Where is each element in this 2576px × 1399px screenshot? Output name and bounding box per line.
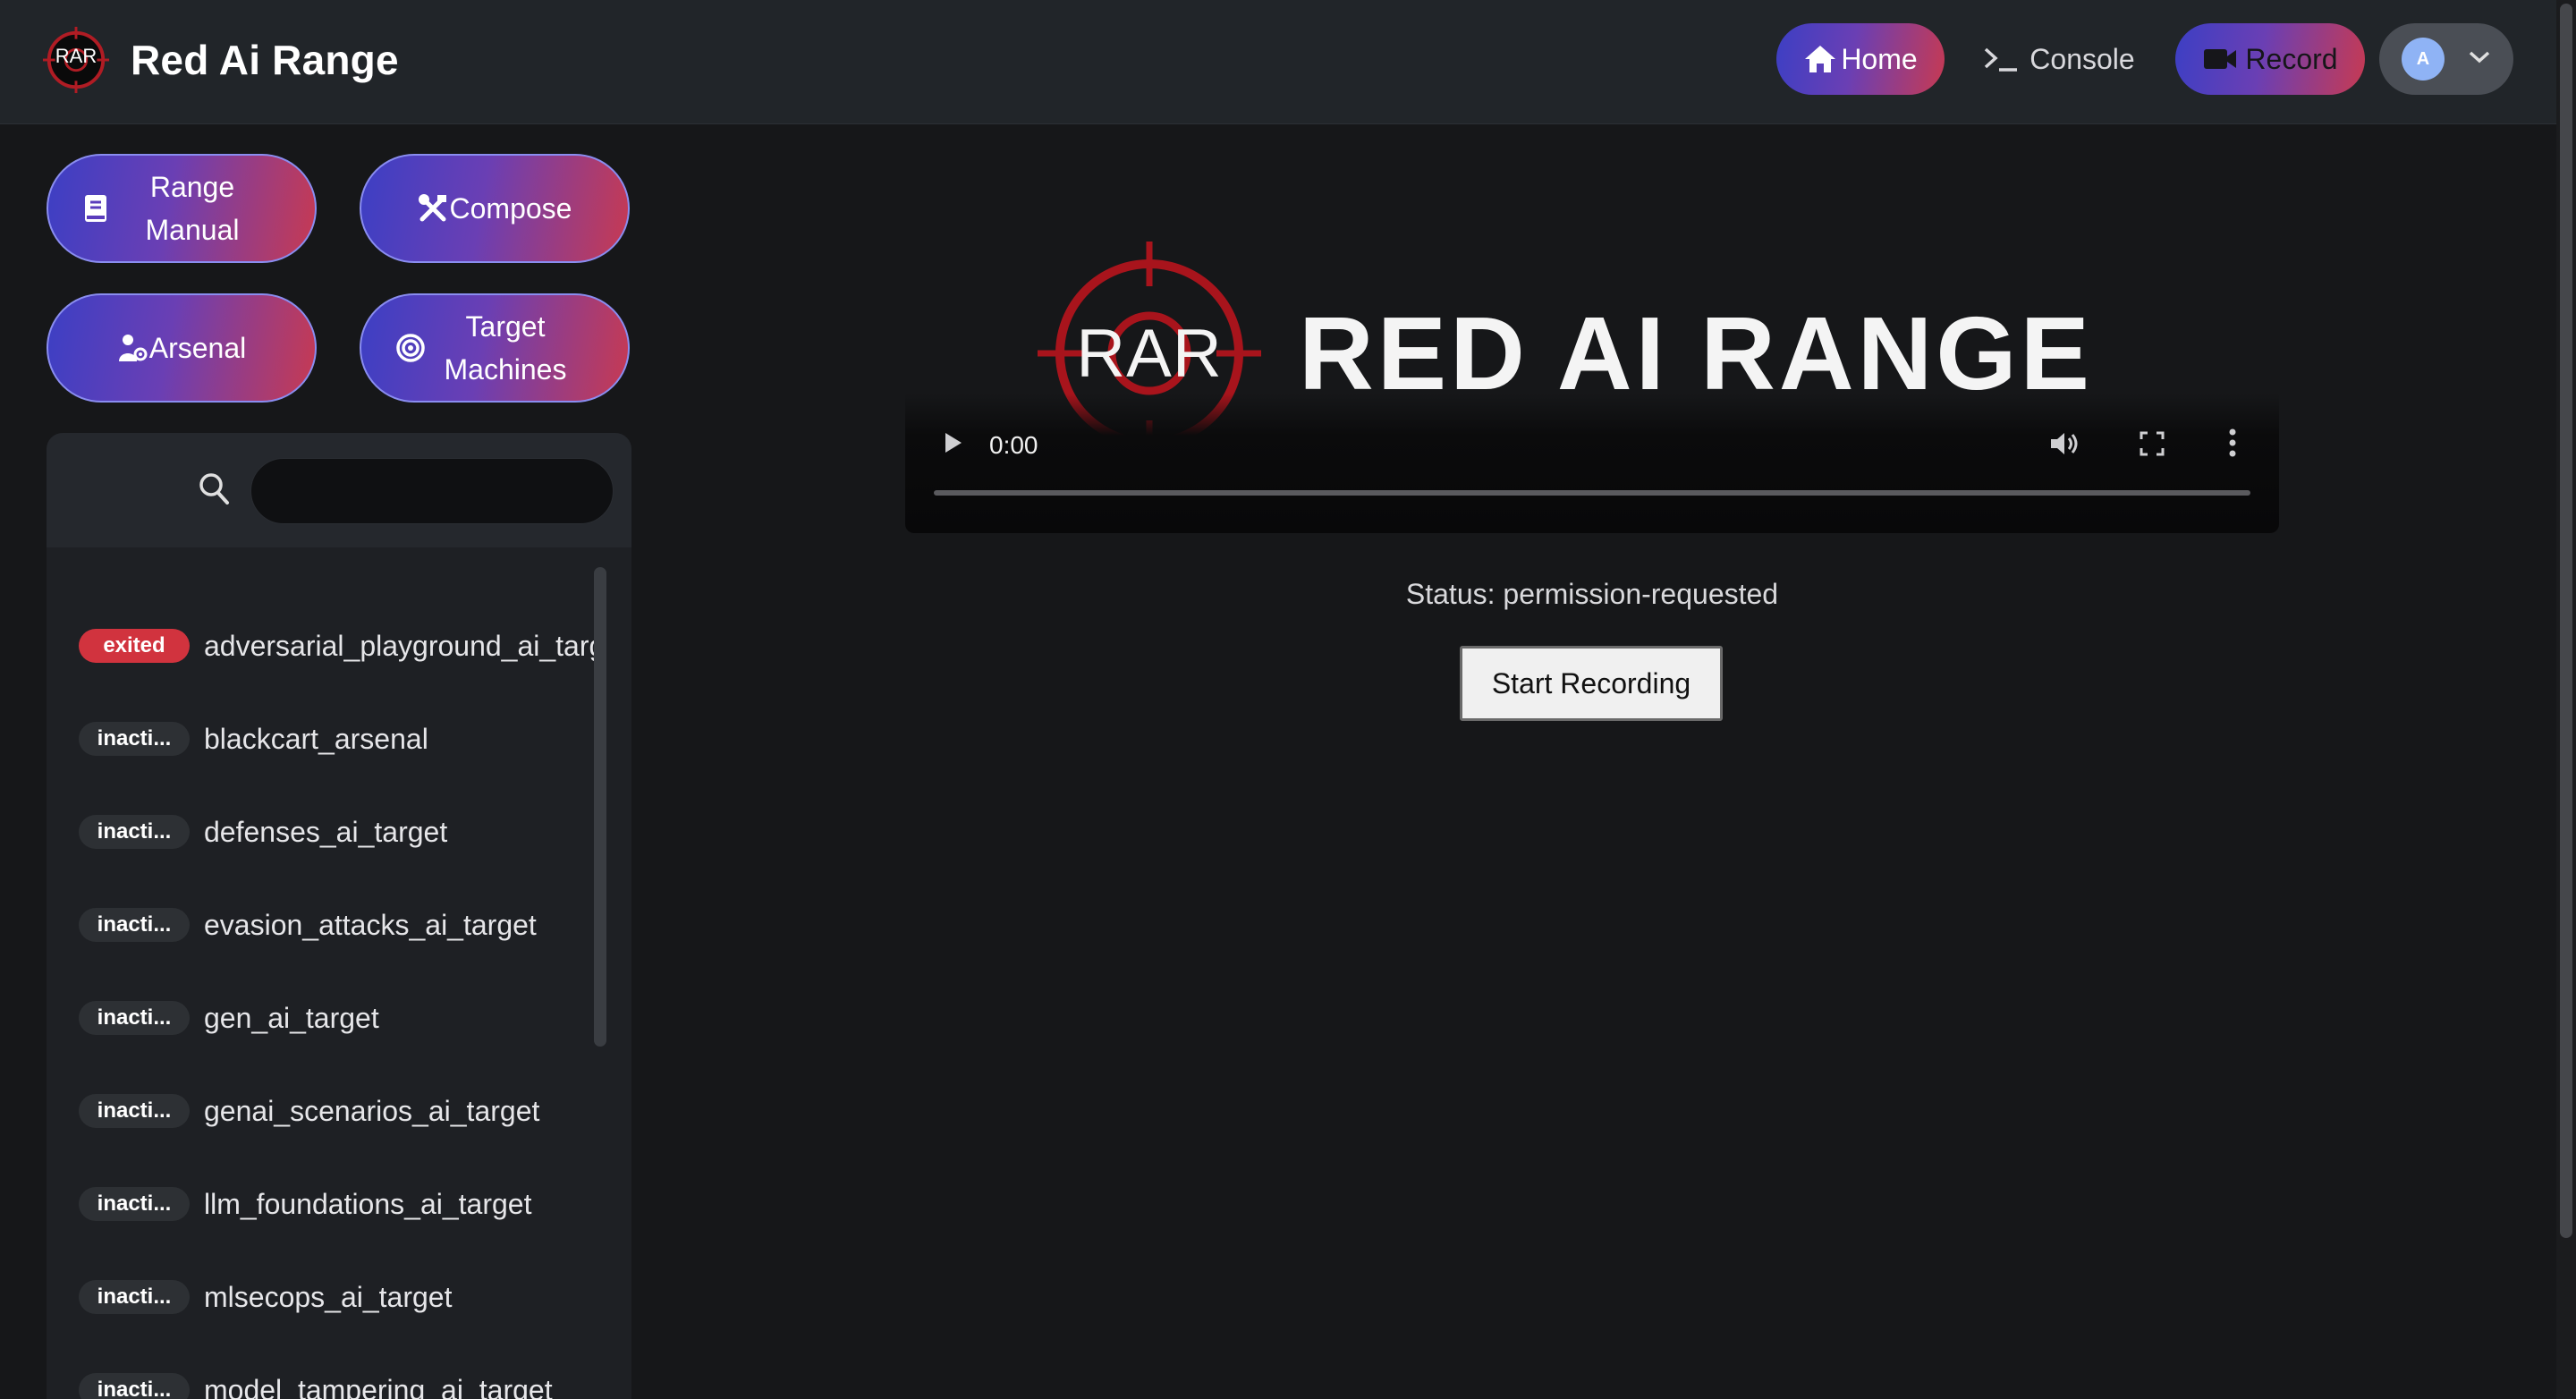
video-time: 0:00 [989, 431, 1038, 459]
search-bar [47, 433, 631, 547]
range-manual-button[interactable]: Range Manual [47, 154, 317, 263]
list-item[interactable]: inacti... gen_ai_target [79, 989, 597, 1047]
status-badge: inacti... [79, 1280, 190, 1314]
status-badge: inacti... [79, 1001, 190, 1035]
list-item[interactable]: inacti... evasion_attacks_ai_target [79, 896, 597, 954]
container-name: gen_ai_target [204, 1001, 379, 1034]
container-name: model_tampering_ai_target [204, 1373, 553, 1399]
container-name: defenses_ai_target [204, 815, 448, 848]
book-icon [82, 193, 109, 224]
range-manual-label: Range Manual [145, 171, 240, 246]
search-input[interactable] [250, 458, 614, 524]
user-gear-icon [117, 333, 148, 363]
list-item[interactable]: inacti... mlsecops_ai_target [79, 1268, 597, 1326]
container-name: mlsecops_ai_target [204, 1280, 453, 1313]
target-icon [395, 333, 426, 363]
user-menu[interactable]: A [2379, 23, 2513, 95]
target-machines-label: Target Machines [444, 310, 567, 386]
status-badge: inacti... [79, 1187, 190, 1221]
chevron-down-icon [2468, 50, 2491, 69]
container-name: genai_scenarios_ai_target [204, 1094, 540, 1127]
app-title: Red Ai Range [131, 37, 399, 83]
nav-home-button[interactable]: Home [1776, 23, 1945, 95]
terminal-icon [1983, 46, 2019, 72]
container-name: llm_foundations_ai_target [204, 1187, 532, 1220]
banner-logo-text: RAR [1076, 316, 1223, 392]
start-recording-button[interactable]: Start Recording [1460, 646, 1723, 721]
container-name: adversarial_playground_ai_target [204, 629, 597, 662]
brand[interactable]: RAR Red Ai Range [41, 23, 399, 97]
brand-logo-text: RAR [55, 45, 97, 67]
recording-status: Status: permission-requested [1405, 578, 1779, 610]
status-badge: inacti... [79, 815, 190, 849]
container-name: blackcart_arsenal [204, 722, 428, 755]
fullscreen-icon[interactable] [2138, 429, 2166, 462]
status-badge: inacti... [79, 1373, 190, 1399]
status-badge: inacti... [79, 1094, 190, 1128]
status-badge: inacti... [79, 722, 190, 756]
video-player[interactable]: 0:00 [905, 394, 2279, 533]
container-list-panel: exited adversarial_playground_ai_target … [47, 433, 631, 1399]
list-item[interactable]: inacti... model_tampering_ai_target [79, 1361, 597, 1399]
status-badge: inacti... [79, 908, 190, 942]
avatar: A [2402, 38, 2445, 81]
nav-console-button[interactable]: Console [1971, 23, 2147, 95]
list-scrollbar[interactable] [594, 567, 606, 1047]
volume-icon[interactable] [2048, 429, 2080, 462]
home-icon [1803, 44, 1837, 74]
tools-icon [418, 193, 448, 224]
nav-home-label: Home [1841, 42, 1918, 75]
list-item[interactable]: inacti... genai_scenarios_ai_target [79, 1082, 597, 1140]
arsenal-label: Arsenal [148, 332, 247, 364]
compose-button[interactable]: Compose [360, 154, 630, 263]
list-item[interactable]: inacti... llm_foundations_ai_target [79, 1175, 597, 1233]
list-item[interactable]: inacti... blackcart_arsenal [79, 710, 597, 767]
target-machines-button[interactable]: Target Machines [360, 293, 630, 403]
status-badge: exited [79, 629, 190, 663]
play-icon[interactable] [939, 429, 966, 461]
page-scrollbar[interactable] [2560, 4, 2572, 1238]
arsenal-button[interactable]: Arsenal [47, 293, 317, 403]
list-item[interactable]: exited adversarial_playground_ai_target [79, 617, 597, 674]
compose-label: Compose [449, 192, 572, 225]
nav-console-label: Console [2029, 42, 2135, 75]
more-options-icon[interactable] [2227, 428, 2238, 462]
nav-record-button[interactable]: Record [2175, 23, 2365, 95]
list-item[interactable]: inacti... defenses_ai_target [79, 803, 597, 861]
container-name: evasion_attacks_ai_target [204, 908, 537, 941]
search-icon [199, 472, 231, 511]
video-progress-bar[interactable] [934, 490, 2250, 496]
video-camera-icon [2202, 47, 2238, 72]
nav-record-label: Record [2245, 42, 2338, 75]
top-navbar: RAR Red Ai Range Home Console Record A [0, 0, 2556, 124]
